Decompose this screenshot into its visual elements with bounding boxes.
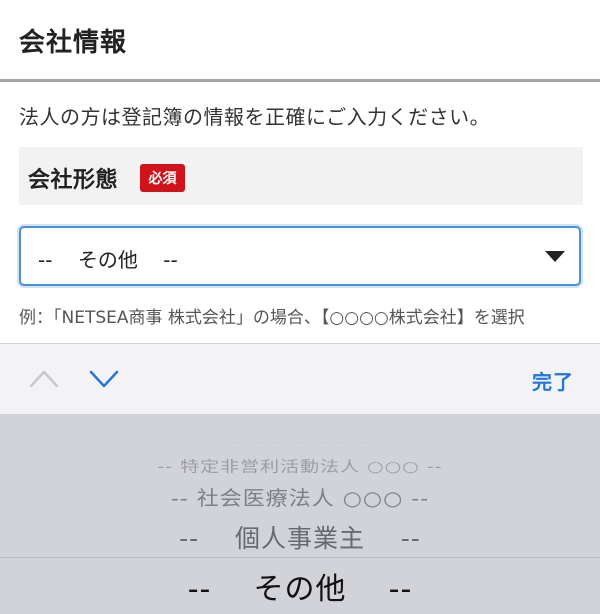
company-type-field-header: 会社形態 必須 xyxy=(19,147,583,205)
company-type-label: 会社形態 xyxy=(28,168,119,193)
done-button[interactable]: 完了 xyxy=(532,366,574,395)
dropdown-arrow-icon xyxy=(545,251,565,262)
picker-item-faded: — — — — — — — xyxy=(228,436,372,447)
instruction-text: 法人の方は登記簿の情報を正確にご入力ください。 xyxy=(19,105,491,129)
required-badge: 必須 xyxy=(140,164,185,192)
page-header: 会社情報 xyxy=(0,0,600,82)
keyboard-accessory-bar: 完了 xyxy=(0,343,600,414)
picker-item[interactable]: -- 社会医療法人 ○○○ -- xyxy=(0,483,600,512)
picker-item-selected[interactable]: -- その他 -- xyxy=(0,564,600,608)
chevron-down-icon[interactable] xyxy=(89,366,119,390)
screen: 会社情報 法人の方は登記簿の情報を正確にご入力ください。 会社形態 必須 -- … xyxy=(0,0,600,614)
page-title: 会社情報 xyxy=(19,28,128,58)
picker-item[interactable]: -- 特定非営利活動法人 ○○○ -- xyxy=(0,455,600,476)
picker-item[interactable]: -- 個人事業主 -- xyxy=(0,519,600,555)
company-type-select[interactable]: -- その他 -- xyxy=(19,226,581,286)
example-hint-text: 例：「NETSEA商事 株式会社」の場合、【○○○○株式会社】を選択 xyxy=(19,308,525,328)
company-type-picker[interactable]: — — — — — — — -- 特定非営利活動法人 ○○○ -- -- 社会医… xyxy=(0,414,600,614)
select-current-value: -- その他 -- xyxy=(38,248,178,272)
chevron-up-icon[interactable] xyxy=(29,366,59,390)
